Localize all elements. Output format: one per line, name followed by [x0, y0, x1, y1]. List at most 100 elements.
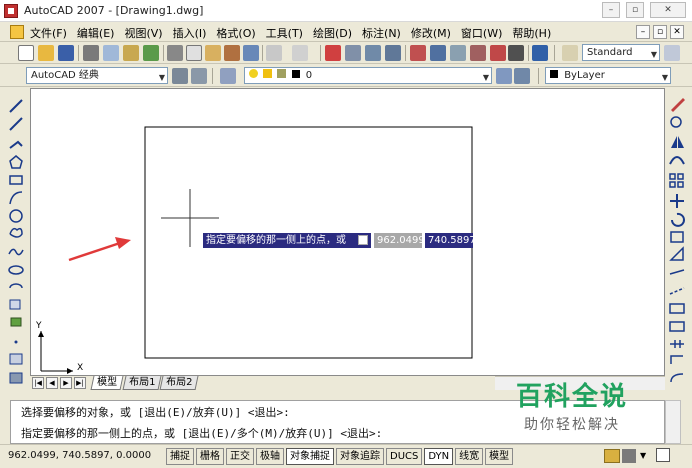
autocad-app-icon[interactable]	[4, 4, 18, 18]
ellipse-arc-icon	[9, 283, 23, 289]
doc-restore-button[interactable]: ▫	[653, 25, 667, 39]
dim-style-icon[interactable]	[664, 45, 680, 61]
paste-icon[interactable]	[205, 45, 221, 61]
menu-view[interactable]: 视图(V)	[124, 25, 162, 41]
new-icon[interactable]	[18, 45, 34, 61]
menu-dimension[interactable]: 标注(N)	[362, 25, 401, 41]
command-scrollbar[interactable]	[665, 400, 681, 444]
menu-window[interactable]: 窗口(W)	[461, 25, 502, 41]
quickcalc-icon[interactable]	[508, 45, 524, 61]
menu-insert[interactable]: 插入(I)	[173, 25, 207, 41]
watermark-subtitle: 助你轻松解决	[524, 417, 620, 433]
ducs-toggle[interactable]: DUCS	[386, 448, 423, 465]
sheet-set-icon[interactable]	[470, 45, 486, 61]
workspace-select[interactable]: AutoCAD 经典 ▼	[26, 67, 168, 84]
open-icon[interactable]	[38, 45, 54, 61]
lock-icon[interactable]	[622, 449, 636, 463]
restore-button[interactable]: ▫	[626, 2, 644, 18]
clean-screen-icon[interactable]	[656, 448, 670, 462]
close-button[interactable]: ✕	[650, 2, 686, 18]
undo-icon[interactable]	[266, 45, 282, 61]
polyline-icon	[9, 140, 23, 149]
markup-icon[interactable]	[490, 45, 506, 61]
publish-icon[interactable]	[123, 45, 139, 61]
tab-model-label: 模型	[97, 377, 118, 388]
menu-edit[interactable]: 编辑(E)	[77, 25, 115, 41]
layer-select[interactable]: 0 ▼	[244, 67, 492, 84]
drawing-canvas[interactable]: Y X	[30, 88, 665, 376]
properties-icon[interactable]	[410, 45, 426, 61]
text-style-select[interactable]: Standard ▼	[582, 44, 660, 61]
layer-manager-icon[interactable]	[220, 68, 236, 84]
offset-icon	[669, 156, 685, 165]
command-prompt-line: 指定要偏移的那一侧上的点，或 [退出(E)/多个(M)/放弃(U)] <退出>:	[21, 427, 383, 440]
revision-cloud-icon	[9, 227, 23, 238]
snap-toggle[interactable]: 捕捉	[166, 448, 194, 465]
color-swatch-icon	[550, 70, 558, 78]
menu-file[interactable]: 文件(F)	[30, 25, 67, 41]
tab-layout1[interactable]: 布局1	[122, 376, 162, 390]
communication-center-icon[interactable]	[604, 449, 620, 463]
menu-bar: 文件(F) 编辑(E) 视图(V) 插入(I) 格式(O) 工具(T) 绘图(D…	[0, 22, 692, 42]
zoom-window-icon[interactable]	[365, 45, 381, 61]
design-center-icon[interactable]	[430, 45, 446, 61]
block-editor-icon[interactable]	[243, 45, 259, 61]
workspace-settings-icon[interactable]	[172, 68, 188, 84]
grid-toggle[interactable]: 栅格	[196, 448, 224, 465]
save-workspace-icon[interactable]	[191, 68, 207, 84]
modify-tools-icons	[669, 98, 685, 383]
match-properties-icon[interactable]	[224, 45, 240, 61]
copy-icon[interactable]	[186, 45, 202, 61]
layer-previous-icon[interactable]	[514, 68, 530, 84]
options-down-arrow-icon[interactable]	[358, 235, 368, 245]
make-current-layer-icon[interactable]	[496, 68, 512, 84]
polar-toggle[interactable]: 极轴	[256, 448, 284, 465]
minimize-button[interactable]: –	[602, 2, 620, 18]
cut-icon[interactable]	[167, 45, 183, 61]
text-style-icon[interactable]	[562, 45, 578, 61]
tool-palettes-icon[interactable]	[450, 45, 466, 61]
zoom-realtime-icon[interactable]	[345, 45, 361, 61]
next-tab-icon[interactable]: ▶	[60, 377, 72, 389]
plot-preview-icon[interactable]	[103, 45, 119, 61]
document-icon[interactable]	[10, 25, 24, 39]
rotate-icon	[671, 212, 685, 227]
hatch-icon	[9, 353, 23, 365]
prev-tab-icon[interactable]: ◀	[46, 377, 58, 389]
first-tab-icon[interactable]: |◀	[32, 377, 44, 389]
doc-close-button[interactable]: ✕	[670, 25, 684, 39]
dyn-toggle[interactable]: DYN	[424, 448, 454, 465]
lineweight-toggle[interactable]: 线宽	[455, 448, 484, 465]
tab-layout2[interactable]: 布局2	[159, 376, 199, 390]
menu-tools[interactable]: 工具(T)	[266, 25, 303, 41]
etransmit-icon[interactable]	[143, 45, 159, 61]
dynamic-input-y-field[interactable]: 740.5897	[425, 233, 476, 248]
chamfer-icon	[670, 355, 683, 364]
lock-icon	[277, 69, 287, 78]
zoom-previous-icon[interactable]	[385, 45, 401, 61]
draw-toolbar	[4, 92, 28, 392]
menu-draw[interactable]: 绘图(D)	[313, 25, 352, 41]
stretch-icon	[669, 246, 684, 261]
workspace-value: AutoCAD 经典	[31, 70, 99, 81]
model-toggle[interactable]: 模型	[485, 448, 514, 465]
last-tab-icon[interactable]: ▶|	[74, 377, 86, 389]
redo-icon[interactable]	[292, 45, 308, 61]
linetype-select[interactable]: ByLayer ▼	[545, 67, 671, 84]
otrack-toggle[interactable]: 对象追踪	[336, 448, 384, 465]
menu-format[interactable]: 格式(O)	[216, 25, 255, 41]
save-icon[interactable]	[58, 45, 74, 61]
ortho-toggle[interactable]: 正交	[226, 448, 254, 465]
menu-help[interactable]: 帮助(H)	[512, 25, 551, 41]
menu-modify[interactable]: 修改(M)	[411, 25, 451, 41]
color-swatch-icon	[291, 70, 300, 78]
dynamic-input-x-field[interactable]: 962.0499	[374, 233, 425, 248]
osnap-toggle[interactable]: 对象捕捉	[286, 448, 334, 465]
print-icon[interactable]	[83, 45, 99, 61]
doc-minimize-button[interactable]: –	[636, 25, 650, 39]
help-icon[interactable]	[532, 45, 548, 61]
pan-icon[interactable]	[325, 45, 341, 61]
tab-model[interactable]: 模型	[90, 376, 124, 390]
array-icon	[669, 173, 684, 188]
tray-menu-icon[interactable]: ▼	[640, 451, 646, 460]
